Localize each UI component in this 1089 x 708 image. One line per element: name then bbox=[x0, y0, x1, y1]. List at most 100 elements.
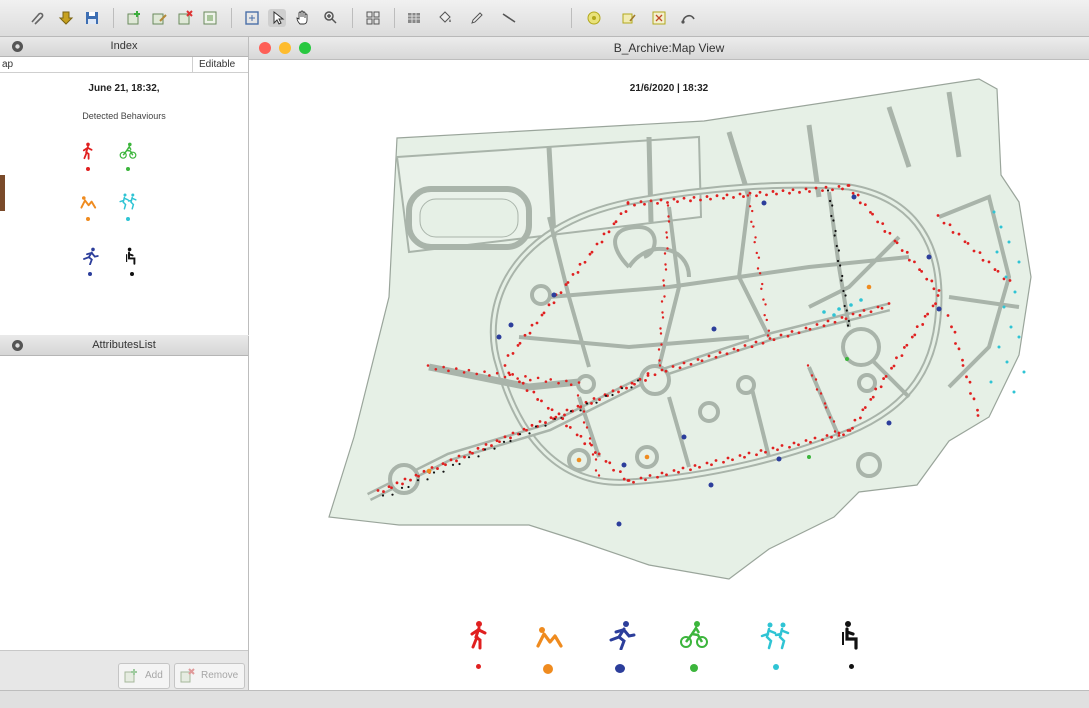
behaviour-marker bbox=[617, 390, 620, 394]
remove-layer-icon[interactable] bbox=[176, 9, 194, 27]
behaviour-marker bbox=[542, 311, 546, 315]
gear-icon[interactable] bbox=[11, 339, 24, 352]
behaviour-marker bbox=[822, 324, 826, 328]
grid-icon[interactable] bbox=[364, 9, 382, 27]
behaviour-marker bbox=[664, 263, 667, 266]
behaviour-marker bbox=[846, 429, 850, 432]
behaviour-marker bbox=[644, 478, 647, 482]
behaviour-marker bbox=[707, 354, 711, 358]
bucket-icon[interactable] bbox=[436, 9, 454, 27]
behaviour-marker bbox=[863, 406, 867, 409]
behaviour-marker bbox=[700, 359, 704, 363]
behaviour-marker bbox=[806, 364, 810, 367]
behaviour-marker bbox=[876, 220, 880, 224]
behaviour-marker bbox=[705, 195, 709, 198]
behaviour-marker bbox=[658, 364, 662, 367]
behaviour-marker bbox=[547, 303, 551, 307]
edit-layer-icon[interactable] bbox=[150, 9, 168, 27]
zoom-extent-icon[interactable] bbox=[243, 9, 261, 27]
behaviour-marker bbox=[840, 279, 843, 282]
behaviour-marker bbox=[776, 448, 779, 452]
status-bar bbox=[0, 690, 1089, 708]
behaviour-marker bbox=[842, 289, 845, 293]
column-editable[interactable]: Editable bbox=[192, 57, 249, 72]
table-icon[interactable] bbox=[405, 9, 423, 27]
behaviour-marker bbox=[653, 373, 657, 377]
behaviour-marker bbox=[376, 489, 380, 492]
legend-item-sitting bbox=[122, 247, 142, 276]
behaviour-marker bbox=[588, 442, 592, 445]
line-tool-icon[interactable] bbox=[500, 9, 518, 27]
behaviour-marker bbox=[830, 214, 833, 218]
behaviour-marker bbox=[646, 372, 650, 375]
download-icon[interactable] bbox=[57, 9, 75, 27]
behaviour-marker bbox=[659, 332, 663, 335]
behaviour-marker bbox=[576, 457, 582, 463]
behaviour-marker bbox=[672, 197, 676, 201]
zoom-icon[interactable] bbox=[322, 9, 340, 27]
main-toolbar bbox=[0, 0, 1089, 37]
behaviour-marker bbox=[619, 212, 623, 216]
route-icon[interactable] bbox=[680, 9, 698, 27]
save-icon[interactable] bbox=[83, 9, 101, 27]
behaviour-marker bbox=[751, 209, 754, 213]
edit-symbol-icon[interactable] bbox=[620, 9, 638, 27]
behaviour-marker bbox=[722, 196, 725, 200]
behaviour-marker bbox=[851, 312, 855, 316]
label-icon[interactable] bbox=[650, 9, 668, 27]
behaviour-marker bbox=[767, 329, 771, 332]
behaviour-marker bbox=[569, 410, 573, 413]
behaviour-marker bbox=[496, 334, 502, 340]
behaviour-marker bbox=[972, 249, 976, 253]
add-button[interactable]: Add bbox=[118, 663, 170, 689]
remove-button[interactable]: Remove bbox=[174, 663, 246, 689]
select-arrow-icon[interactable] bbox=[268, 9, 286, 27]
behaviour-marker bbox=[762, 298, 765, 301]
attach-icon[interactable] bbox=[27, 9, 45, 27]
behaviour-marker bbox=[508, 322, 514, 328]
behaviour-marker bbox=[708, 482, 714, 488]
behaviour-marker bbox=[797, 443, 800, 447]
pencil-icon[interactable] bbox=[468, 9, 486, 27]
behaviour-marker bbox=[444, 463, 447, 467]
behaviour-marker bbox=[681, 434, 687, 440]
remove-icon bbox=[180, 668, 195, 683]
sitting-dot bbox=[849, 664, 854, 669]
behaviour-marker bbox=[508, 373, 512, 377]
add-layer-icon[interactable] bbox=[125, 9, 143, 27]
behaviour-marker bbox=[403, 477, 407, 481]
behaviour-marker bbox=[907, 258, 911, 262]
behaviour-marker bbox=[732, 347, 736, 351]
behaviour-marker bbox=[910, 335, 914, 339]
behaviour-marker bbox=[565, 408, 569, 412]
behaviour-marker bbox=[621, 462, 627, 468]
behaviour-marker bbox=[467, 368, 471, 372]
gear-icon[interactable] bbox=[11, 40, 24, 53]
behaviour-marker bbox=[639, 200, 643, 204]
column-map[interactable]: ap bbox=[2, 57, 13, 72]
behaviour-marker bbox=[633, 203, 636, 207]
layer-props-icon[interactable] bbox=[201, 9, 219, 27]
symbol-icon[interactable] bbox=[585, 9, 603, 27]
behaviour-marker bbox=[522, 427, 526, 431]
behaviour-marker bbox=[948, 223, 952, 227]
behaviour-marker bbox=[880, 306, 884, 310]
behaviour-marker bbox=[961, 364, 965, 367]
behaviour-marker bbox=[946, 314, 950, 317]
index-panel-title: Index bbox=[110, 40, 138, 52]
lying-dot bbox=[543, 664, 553, 674]
behaviour-marker bbox=[954, 342, 957, 345]
park-map[interactable] bbox=[249, 37, 1089, 597]
behaviour-marker bbox=[488, 374, 491, 377]
behaviour-marker bbox=[593, 451, 597, 454]
pan-hand-icon[interactable] bbox=[294, 9, 312, 27]
behaviour-marker bbox=[618, 470, 622, 474]
behaviour-marker bbox=[550, 408, 554, 412]
behaviour-marker bbox=[509, 439, 512, 443]
behaviour-marker bbox=[662, 284, 666, 287]
behaviour-marker bbox=[681, 466, 685, 470]
behaviour-marker bbox=[518, 433, 522, 436]
behaviour-marker bbox=[731, 458, 734, 462]
behaviour-marker bbox=[381, 494, 385, 497]
index-columns: ap Editable bbox=[0, 57, 248, 73]
